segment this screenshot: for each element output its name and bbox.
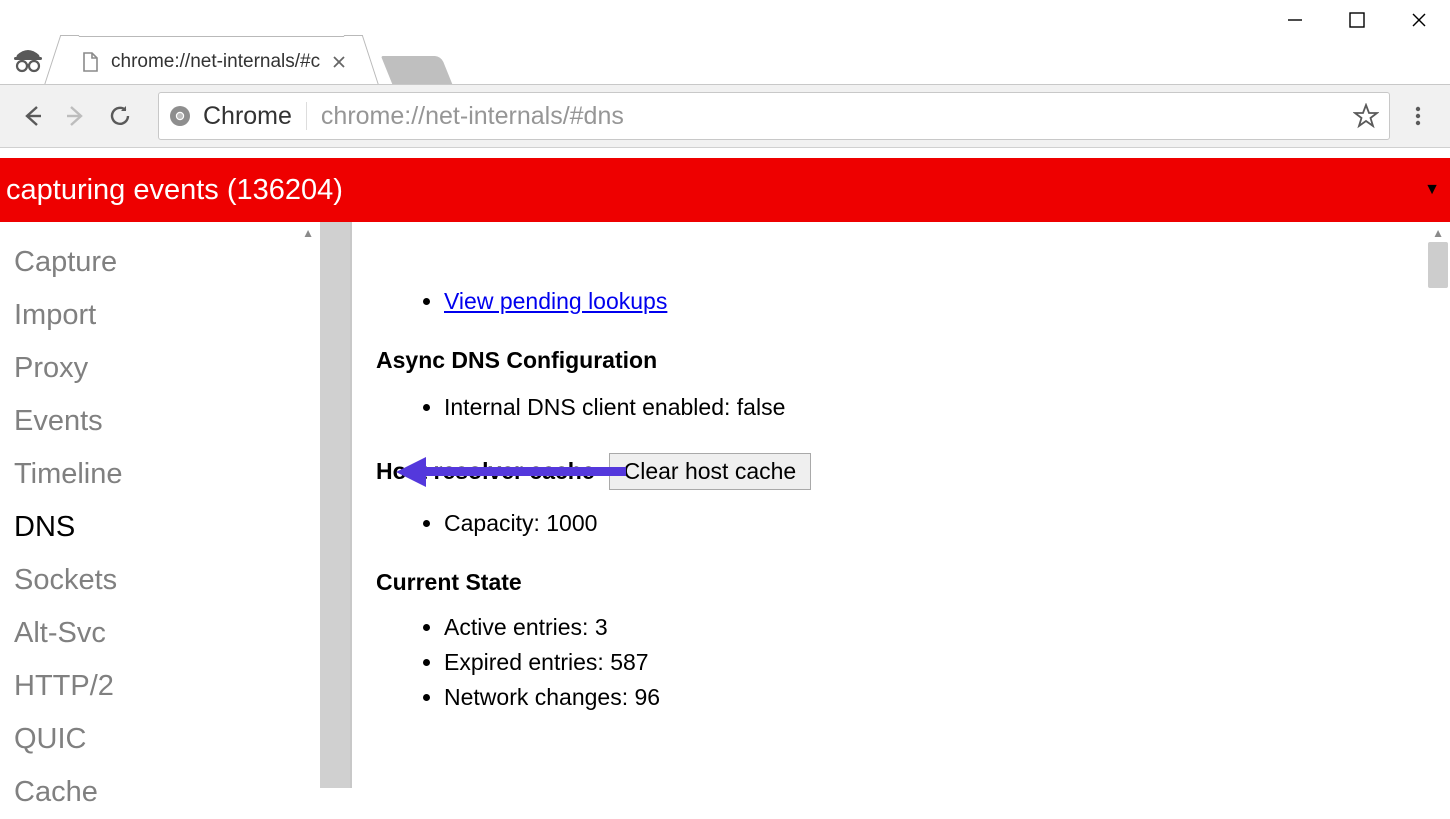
pending-lookups-link[interactable]: View pending lookups xyxy=(444,288,667,314)
sidebar-item-quic[interactable]: QUIC xyxy=(14,713,320,766)
clear-host-cache-button[interactable]: Clear host cache xyxy=(609,453,812,490)
url-source-label: Chrome xyxy=(203,102,292,131)
window-controls xyxy=(1264,0,1450,40)
dropdown-triangle-icon[interactable]: ▼ xyxy=(1424,181,1440,199)
sidebar-item-sockets[interactable]: Sockets xyxy=(14,554,320,607)
async-dns-item: Internal DNS client enabled: false xyxy=(444,390,1410,425)
sidebar-item-http-2[interactable]: HTTP/2 xyxy=(14,660,320,713)
back-button[interactable] xyxy=(10,94,54,138)
tab-title: chrome://net-internals/#c xyxy=(111,51,320,73)
sidebar-item-cache[interactable]: Cache xyxy=(14,766,320,819)
tab-strip: chrome://net-internals/#c xyxy=(60,28,447,86)
scroll-up-icon[interactable]: ▲ xyxy=(1432,226,1444,240)
sidebar-item-alt-svc[interactable]: Alt-Svc xyxy=(14,607,320,660)
incognito-icon xyxy=(8,38,48,78)
async-dns-heading: Async DNS Configuration xyxy=(376,347,1410,374)
tab-close-button[interactable] xyxy=(330,53,348,71)
sidebar-item-dns[interactable]: DNS xyxy=(14,501,320,554)
close-window-button[interactable] xyxy=(1388,0,1450,40)
browser-toolbar: Chrome chrome://net-internals/#dns xyxy=(0,84,1450,148)
content-area: ▲ CaptureImportProxyEventsTimelineDNSSoc… xyxy=(0,222,1450,788)
separator xyxy=(306,102,307,130)
capture-banner[interactable]: capturing events (136204) ▼ xyxy=(0,158,1450,222)
address-bar[interactable]: Chrome chrome://net-internals/#dns xyxy=(158,92,1390,140)
scroll-up-icon[interactable]: ▲ xyxy=(302,226,314,240)
expired-entries-item: Expired entries: 587 xyxy=(444,645,1410,680)
page-icon xyxy=(79,51,101,73)
sidebar-item-events[interactable]: Events xyxy=(14,395,320,448)
capture-banner-text: capturing events (136204) xyxy=(6,174,343,207)
reload-button[interactable] xyxy=(98,94,142,138)
chrome-icon xyxy=(169,105,191,127)
new-tab-button[interactable] xyxy=(381,56,453,86)
sidebar-item-proxy[interactable]: Proxy xyxy=(14,342,320,395)
forward-button[interactable] xyxy=(54,94,98,138)
bookmark-star-icon[interactable] xyxy=(1353,103,1379,129)
capacity-item: Capacity: 1000 xyxy=(444,506,1410,541)
sidebar: ▲ CaptureImportProxyEventsTimelineDNSSoc… xyxy=(0,222,350,788)
browser-menu-button[interactable] xyxy=(1396,94,1440,138)
annotation-arrow xyxy=(396,457,626,487)
sidebar-item-capture[interactable]: Capture xyxy=(14,236,320,289)
active-entries-item: Active entries: 3 xyxy=(444,610,1410,645)
sidebar-item-timeline[interactable]: Timeline xyxy=(14,448,320,501)
current-state-heading: Current State xyxy=(376,569,1410,596)
minimize-button[interactable] xyxy=(1264,0,1326,40)
browser-tab[interactable]: chrome://net-internals/#c xyxy=(60,36,363,86)
main-scrollbar[interactable]: ▲ xyxy=(1426,222,1450,788)
sidebar-item-import[interactable]: Import xyxy=(14,289,320,342)
maximize-button[interactable] xyxy=(1326,0,1388,40)
scrollbar-thumb[interactable] xyxy=(1428,242,1448,288)
main-pane: View pending lookups Async DNS Configura… xyxy=(352,222,1450,788)
network-changes-item: Network changes: 96 xyxy=(444,680,1410,715)
url-text: chrome://net-internals/#dns xyxy=(321,102,1353,131)
